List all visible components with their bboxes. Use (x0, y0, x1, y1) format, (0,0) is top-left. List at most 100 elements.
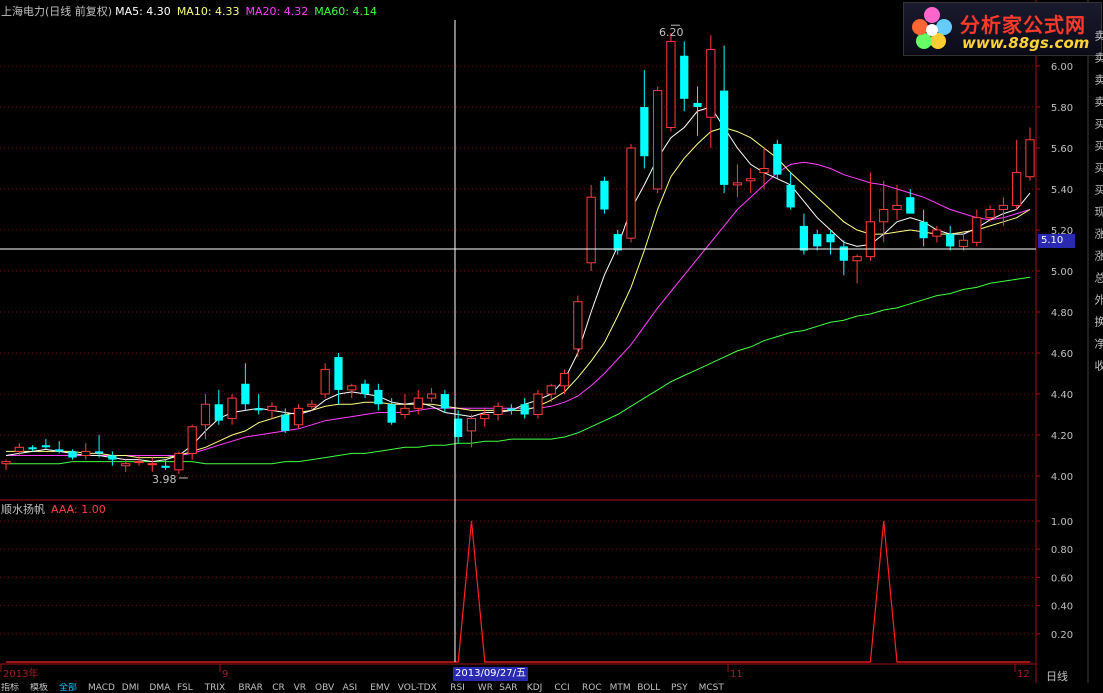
time-axis-label: 12 (1017, 669, 1030, 680)
candle-up (400, 407, 410, 416)
quote-side-label[interactable]: 买 (1091, 162, 1103, 173)
candle-up (998, 204, 1009, 210)
candle-up (81, 450, 91, 456)
candle-up (865, 221, 876, 258)
indicator-tab[interactable]: EMV (370, 683, 390, 693)
indicator-tab[interactable]: BOLL (637, 683, 660, 693)
indicator-tab[interactable]: FSL (177, 683, 193, 693)
indicator-tab[interactable]: MACD (88, 683, 115, 693)
candle-up (958, 239, 969, 247)
indicator-tab[interactable]: DMA (149, 683, 170, 693)
indicator-tab[interactable]: 模板 (30, 683, 48, 693)
candle-down (600, 180, 609, 210)
candle-down (108, 455, 117, 460)
indicator-tab[interactable]: CCI (554, 683, 569, 693)
candle-down (813, 234, 822, 247)
indicator-tab[interactable]: SAR (499, 683, 517, 693)
indicator-tab[interactable]: ROC (582, 683, 602, 693)
indicator-tab[interactable]: TRIX (205, 683, 226, 693)
indicator-tab[interactable]: BRAR (238, 683, 262, 693)
candle-down (680, 55, 689, 99)
site-logo: 分析家公式网 www.88gs.com (903, 2, 1102, 56)
candle-up (932, 229, 942, 237)
candle-down (520, 404, 529, 415)
candle-up (200, 403, 211, 426)
indicator-tab[interactable]: WR (478, 683, 493, 693)
quote-side-label[interactable]: 买 (1091, 184, 1103, 195)
candle-down (334, 357, 343, 390)
indicator-tick-label: 0.80 (1051, 545, 1073, 556)
indicator-header: 顺水扬帆 AAA: 1.00 (1, 503, 106, 516)
price-tick-label: 4.60 (1051, 349, 1073, 360)
indicator-tab[interactable]: CR (272, 683, 285, 693)
stock-title: 上海电力(日线 前复权) (1, 5, 113, 18)
candle-up (852, 256, 862, 262)
candle-down (68, 451, 77, 458)
quote-side-label[interactable]: 涨 (1091, 228, 1103, 239)
background (0, 0, 1103, 683)
indicator-tab[interactable]: 指标 (1, 683, 19, 693)
quote-side-label[interactable]: 卖 (1091, 30, 1103, 41)
candle-up (653, 90, 663, 190)
quote-side-label[interactable]: 涨 (1091, 250, 1103, 261)
candle-up (267, 405, 277, 411)
candle-up (426, 393, 437, 399)
indicator-tab[interactable]: 全部 (59, 683, 77, 693)
quote-side-label[interactable]: 买 (1091, 118, 1103, 129)
indicator-tab[interactable]: RSI (450, 683, 465, 693)
candle-up (14, 446, 24, 452)
indicator-tick-label: 1.00 (1051, 517, 1073, 528)
high-price-label: 6.20 (659, 26, 684, 39)
quote-side-label[interactable]: 卖 (1091, 96, 1103, 107)
indicator-tab[interactable]: DMI (122, 683, 139, 693)
price-tick-label: 4.40 (1051, 390, 1073, 401)
indicator-tab[interactable]: OBV (315, 683, 334, 693)
candle-up (121, 463, 131, 467)
quote-side-label[interactable]: 净 (1091, 338, 1103, 349)
indicator-tab[interactable]: VR (294, 683, 306, 693)
quote-side-label[interactable]: 外 (1091, 294, 1103, 305)
price-tick-label: 5.00 (1051, 267, 1073, 278)
candle-up (666, 40, 676, 128)
ma20-label: MA20: 4.32 (245, 5, 309, 18)
indicator-tab-bar: 指标 模板 全部 MACD DMI DMA FSL TRIX BRAR CR VR OBV ASI EMV… (0, 683, 1103, 693)
candle-up (746, 178, 756, 182)
price-tick-label: 5.60 (1051, 144, 1073, 155)
quote-side-label[interactable]: 总 (1091, 272, 1103, 283)
candle-down (214, 404, 223, 421)
candle-up (1025, 139, 1035, 178)
period-label[interactable]: 日线 (1046, 668, 1068, 684)
time-axis-label: 9 (222, 669, 229, 680)
quote-side-label[interactable]: 买 (1091, 140, 1103, 151)
indicator-tab[interactable]: VOL-TDX (398, 683, 437, 693)
candle-down (161, 465, 170, 468)
candle-down (94, 451, 104, 454)
indicator-name: 顺水扬帆 (1, 503, 45, 516)
candle-down (507, 408, 516, 411)
quote-side-label[interactable]: 卖 (1091, 74, 1103, 85)
candle-down (640, 107, 649, 157)
ma10-label: MA10: 4.33 (176, 5, 240, 18)
indicator-tab[interactable]: ASI (343, 683, 358, 693)
indicator-tab[interactable]: MTM (610, 683, 631, 693)
candle-down (281, 414, 290, 431)
candle-up (293, 407, 304, 426)
quote-side-label[interactable]: 换 (1091, 316, 1103, 327)
candle-up (187, 426, 197, 454)
quote-side-label[interactable]: 现 (1091, 206, 1103, 217)
candle-up (879, 209, 889, 223)
candle-up (227, 397, 237, 420)
candle-down (946, 234, 955, 247)
candle-up (347, 385, 357, 391)
indicator-tab[interactable]: KDJ (527, 683, 543, 693)
candle-down (387, 404, 396, 423)
quote-side-label[interactable]: 收 (1091, 360, 1103, 371)
quote-side-label[interactable]: 卖 (1091, 52, 1103, 63)
chart-canvas[interactable]: 6.005.805.605.405.205.004.804.604.404.20… (0, 0, 1103, 693)
flower-logo-icon (912, 7, 952, 49)
candle-down (693, 102, 702, 107)
indicator-tab[interactable]: MCST (699, 683, 724, 693)
indicator-tick-label: 0.60 (1051, 573, 1073, 584)
ma5-label: MA5: 4.30 (115, 5, 171, 18)
indicator-tab[interactable]: PSY (671, 683, 688, 693)
